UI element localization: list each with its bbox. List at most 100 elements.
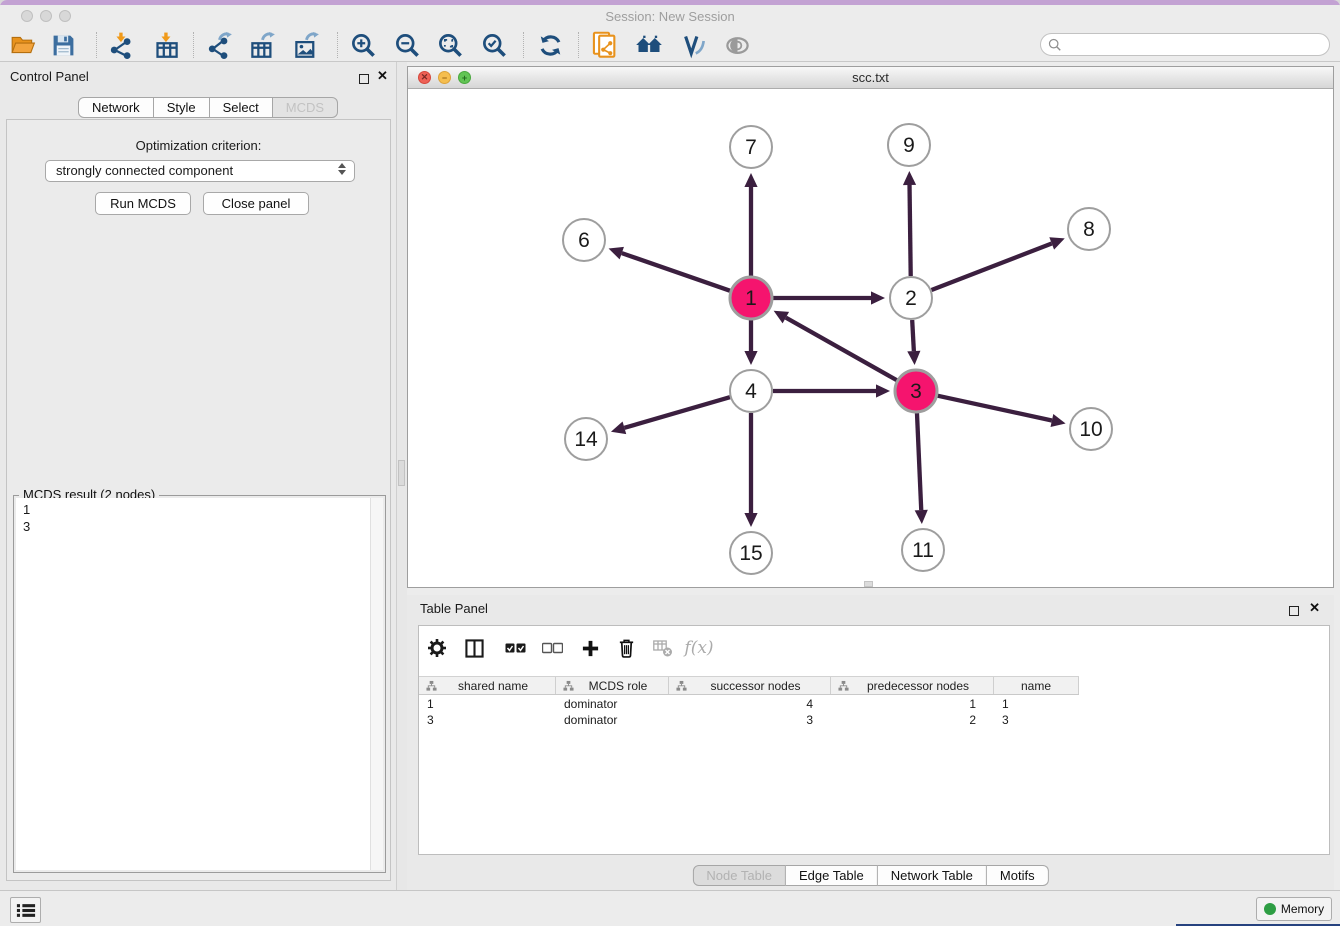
column-header-predecessor-nodes[interactable]: predecessor nodes: [831, 677, 994, 694]
tab-mcds[interactable]: MCDS: [273, 97, 338, 118]
table-settings-gear-icon[interactable]: [425, 636, 449, 660]
close-panel-icon[interactable]: ✕: [377, 71, 388, 81]
panel-splitter[interactable]: [397, 62, 407, 890]
criterion-dropdown[interactable]: strongly connected component: [45, 160, 355, 182]
cell-name[interactable]: 1: [994, 696, 1079, 712]
cell-predecessor-nodes[interactable]: 1: [831, 696, 994, 712]
titlebar[interactable]: Session: New Session: [0, 5, 1340, 28]
run-mcds-button[interactable]: Run MCDS: [95, 192, 191, 215]
open-file-icon[interactable]: [8, 30, 38, 60]
column-header-shared-name[interactable]: shared name: [419, 677, 556, 694]
table-rows: 1dominator4113dominator323: [419, 696, 1079, 728]
node-label-11: 11: [912, 539, 934, 562]
minimize-network-button[interactable]: −: [438, 71, 451, 84]
export-image-icon[interactable]: [291, 30, 321, 60]
search-input[interactable]: [1067, 37, 1317, 52]
splitter-handle[interactable]: [398, 460, 405, 486]
table-tabs: Node TableEdge TableNetwork TableMotifs: [692, 865, 1048, 886]
tab-network-table[interactable]: Network Table: [878, 865, 987, 886]
edge-3-1[interactable]: [786, 318, 897, 381]
cell-successor-nodes[interactable]: 4: [669, 696, 831, 712]
close-panel-button[interactable]: Close panel: [203, 192, 309, 215]
network-window-title: scc.txt: [408, 67, 1333, 88]
float-table-panel-icon[interactable]: [1289, 603, 1299, 621]
tab-node-table[interactable]: Node Table: [692, 865, 786, 886]
edge-arrowhead-2-3: [907, 351, 920, 365]
node-label-1: 1: [745, 287, 757, 310]
cell-shared-name[interactable]: 1: [419, 696, 556, 712]
minimize-window-button[interactable]: [40, 10, 52, 22]
toolbar-separator: [337, 32, 338, 58]
cell-name[interactable]: 3: [994, 712, 1079, 728]
edge-2-3[interactable]: [912, 320, 914, 351]
new-network-from-selection-icon[interactable]: [590, 30, 620, 60]
close-network-button[interactable]: ✕: [418, 71, 431, 84]
cell-shared-name[interactable]: 3: [419, 712, 556, 728]
deselect-all-checkboxes-icon[interactable]: [540, 636, 564, 660]
network-canvas[interactable]: 7968124314101511: [408, 89, 1333, 587]
save-session-icon[interactable]: [48, 30, 78, 60]
edge-arrowhead-1-2: [871, 291, 885, 304]
tab-network[interactable]: Network: [78, 97, 154, 118]
select-all-checkboxes-icon[interactable]: [503, 636, 527, 660]
edge-arrowhead-4-3: [876, 384, 890, 397]
column-type-icon: [563, 680, 574, 695]
delete-table-icon[interactable]: [651, 636, 675, 660]
close-window-button[interactable]: [21, 10, 33, 22]
function-builder-icon[interactable]: f(x): [687, 636, 711, 660]
apply-layout-icon[interactable]: [634, 30, 664, 60]
eye-icon[interactable]: [722, 30, 752, 60]
tab-select[interactable]: Select: [210, 97, 273, 118]
cell-mcds-role[interactable]: dominator: [556, 712, 669, 728]
status-bar: Memory: [0, 890, 1340, 926]
optimization-criterion-label: Optimization criterion:: [7, 138, 390, 153]
column-type-icon: [676, 680, 687, 695]
refresh-network-icon[interactable]: [535, 30, 565, 60]
edge-3-11[interactable]: [917, 413, 921, 510]
show-graphics-details-icon[interactable]: [678, 30, 708, 60]
column-layout-icon[interactable]: [462, 636, 486, 660]
task-history-button[interactable]: [10, 897, 41, 923]
memory-label: Memory: [1281, 902, 1324, 916]
cell-mcds-role[interactable]: dominator: [556, 696, 669, 712]
add-column-icon[interactable]: [578, 636, 602, 660]
edge-arrowhead-1-4: [744, 351, 757, 365]
column-label: name: [1021, 679, 1051, 693]
zoom-out-icon[interactable]: [392, 30, 422, 60]
mcds-result-scrollbar[interactable]: [370, 498, 383, 870]
maximize-network-button[interactable]: +: [458, 71, 471, 84]
import-table-icon[interactable]: [151, 30, 181, 60]
column-header-successor-nodes[interactable]: successor nodes: [669, 677, 831, 694]
table-row[interactable]: 3dominator323: [419, 712, 1079, 728]
tab-motifs[interactable]: Motifs: [987, 865, 1049, 886]
zoom-in-icon[interactable]: [348, 30, 378, 60]
network-window-titlebar[interactable]: ✕ − + scc.txt: [408, 67, 1333, 89]
delete-column-trash-icon[interactable]: [614, 636, 638, 660]
import-network-icon[interactable]: [106, 30, 136, 60]
column-header-mcds-role[interactable]: MCDS role: [556, 677, 669, 694]
control-panel-tabs: NetworkStyleSelectMCDS: [78, 97, 338, 118]
float-panel-icon[interactable]: [359, 71, 369, 89]
mcds-result-area[interactable]: 1 3: [16, 498, 370, 870]
memory-button[interactable]: Memory: [1256, 897, 1332, 921]
zoom-fit-icon[interactable]: [435, 30, 465, 60]
edge-2-9[interactable]: [910, 185, 911, 276]
table-row[interactable]: 1dominator411: [419, 696, 1079, 712]
tab-edge-table[interactable]: Edge Table: [786, 865, 878, 886]
edge-2-8[interactable]: [932, 243, 1052, 290]
column-header-name[interactable]: name: [994, 677, 1079, 694]
zoom-selected-icon[interactable]: [479, 30, 509, 60]
zoom-window-button[interactable]: [59, 10, 71, 22]
edge-1-6[interactable]: [622, 253, 730, 291]
export-network-icon[interactable]: [204, 30, 234, 60]
canvas-resize-handle[interactable]: [864, 581, 873, 587]
edge-4-14[interactable]: [624, 397, 729, 428]
edge-3-10[interactable]: [937, 396, 1051, 421]
search-field[interactable]: [1040, 33, 1330, 56]
close-table-panel-icon[interactable]: ✕: [1309, 603, 1320, 613]
export-table-icon[interactable]: [247, 30, 277, 60]
cell-successor-nodes[interactable]: 3: [669, 712, 831, 728]
window-title: Session: New Session: [0, 5, 1340, 28]
cell-predecessor-nodes[interactable]: 2: [831, 712, 994, 728]
tab-style[interactable]: Style: [154, 97, 210, 118]
